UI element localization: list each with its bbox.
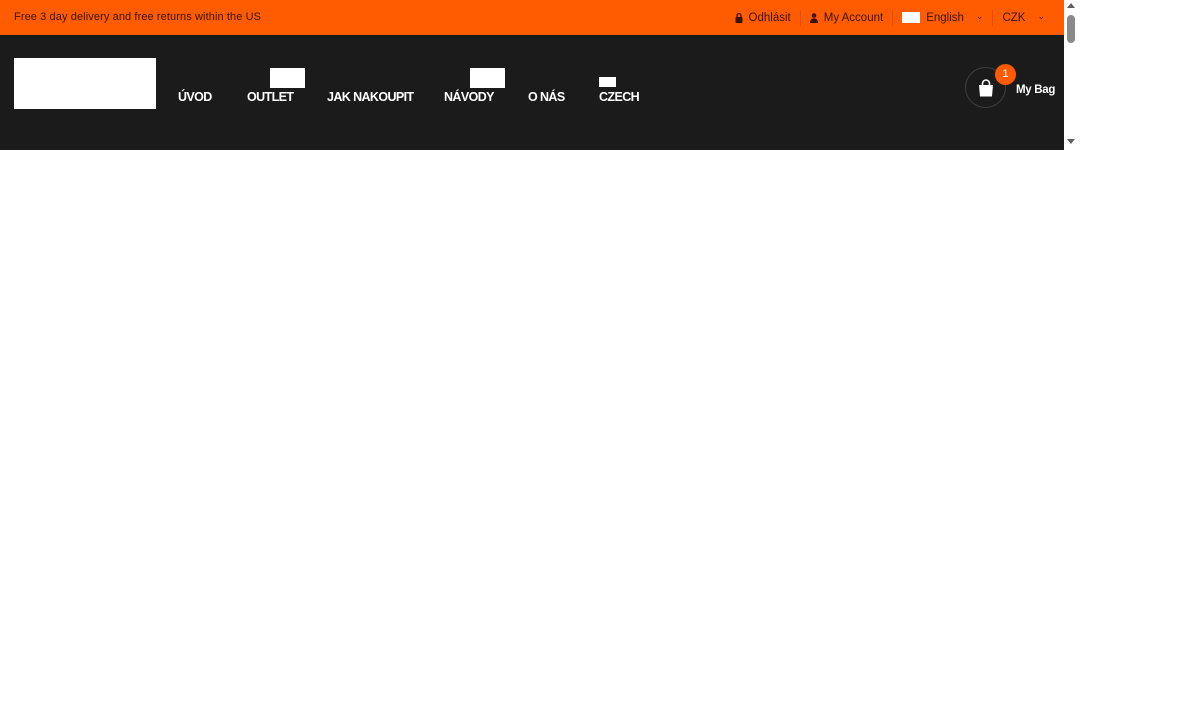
chevron-down-icon: ⌄ xyxy=(1037,11,1045,21)
main-header: ÚVOD OUTLET JAK NAKOUPIT NÁVODY O NÁS CZ… xyxy=(0,35,1064,150)
my-account-label: My Account xyxy=(823,11,884,24)
logout-label: Odhlásit xyxy=(748,11,791,24)
language-label: English xyxy=(926,11,964,24)
lock-icon xyxy=(735,12,743,23)
flag-icon xyxy=(902,12,921,23)
nav-item-jak-nakoupit[interactable]: JAK NAKOUPIT xyxy=(327,90,414,104)
nav-item-outlet[interactable]: OUTLET xyxy=(247,90,294,104)
currency-selector[interactable]: CZK ⌄ xyxy=(993,0,1054,35)
currency-label: CZK xyxy=(1002,11,1026,24)
my-bag-label[interactable]: My Bag xyxy=(1016,84,1055,96)
page-viewport: Free 3 day delivery and free returns wit… xyxy=(0,0,1064,728)
nav-item-navody[interactable]: NÁVODY xyxy=(444,90,494,104)
scroll-thumb[interactable] xyxy=(1067,15,1075,43)
nav-item-czech[interactable]: CZECH xyxy=(599,90,640,104)
chevron-down-icon: ⌄ xyxy=(975,11,984,21)
nav-item-uvod[interactable]: ÚVOD xyxy=(178,90,212,104)
nav-item-o-nas[interactable]: O NÁS xyxy=(528,90,565,104)
nav-badge-navody xyxy=(470,68,505,88)
nav-badge-outlet xyxy=(270,68,305,88)
site-logo[interactable] xyxy=(14,58,156,109)
language-selector[interactable]: English ⌄ xyxy=(893,0,992,35)
vertical-scrollbar[interactable] xyxy=(1064,0,1078,150)
promo-text: Free 3 day delivery and free returns wit… xyxy=(14,11,262,23)
flag-icon xyxy=(599,77,616,87)
user-icon xyxy=(809,12,818,23)
top-utility-links: Odhlásit My Account English ⌄ CZK ⌄ xyxy=(726,0,1054,35)
scroll-up-arrow-icon[interactable] xyxy=(1067,3,1075,8)
shopping-bag-icon xyxy=(979,79,993,97)
top-promo-bar: Free 3 day delivery and free returns wit… xyxy=(0,0,1064,35)
logout-link[interactable]: Odhlásit xyxy=(726,0,800,35)
my-account-link[interactable]: My Account xyxy=(801,0,892,35)
cart-count-badge: 1 xyxy=(995,64,1016,85)
scroll-down-arrow-icon[interactable] xyxy=(1067,139,1075,144)
